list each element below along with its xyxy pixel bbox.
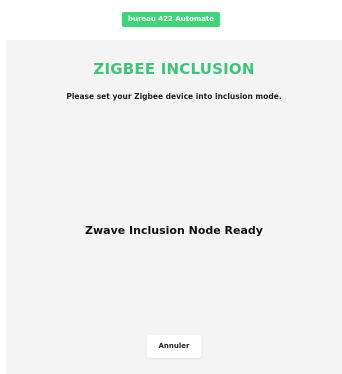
inclusion-dialog: ZIGBEE INCLUSION Please set your Zigbee … (6, 40, 342, 374)
site-badge: bureau 422 Automate (121, 12, 221, 27)
inclusion-status: Zwave Inclusion Node Ready (85, 224, 263, 237)
cancel-button[interactable]: Annuler (146, 335, 202, 358)
dialog-instruction: Please set your Zigbee device into inclu… (66, 92, 282, 101)
dialog-title: ZIGBEE INCLUSION (93, 60, 255, 78)
page: bureau 422 Automate ZIGBEE INCLUSION Ple… (0, 0, 342, 374)
